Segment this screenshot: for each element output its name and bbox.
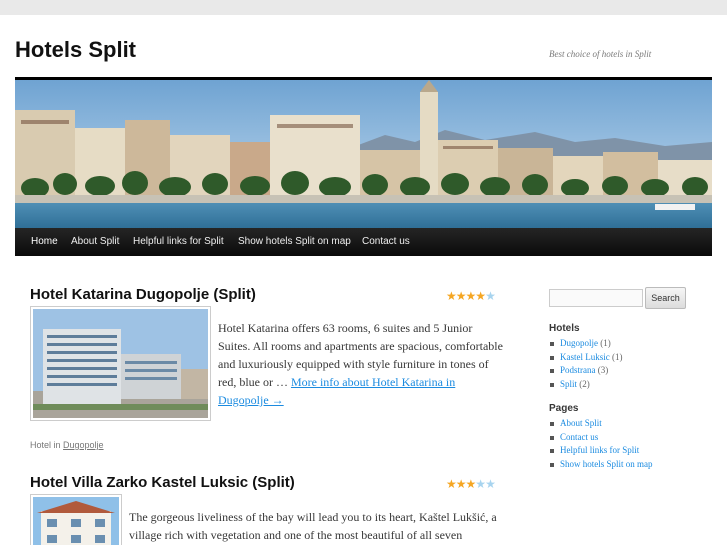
pages-widget-title: Pages xyxy=(549,403,579,414)
caption-prefix: Hotel in xyxy=(30,440,61,450)
split-waterfront-illustration xyxy=(15,80,712,228)
site-title[interactable]: Hotels Split xyxy=(15,37,136,63)
pages-list: About Split Contact us Helpful links for… xyxy=(549,417,653,471)
rating-stars: ★★★★★ xyxy=(446,477,496,491)
hotels-category-list: Dugopolje (1) Kastel Luksic (1) Podstran… xyxy=(549,337,623,391)
star-empty-icon: ★ xyxy=(485,289,496,303)
thumbnail-caption: Hotel in Dugopolje xyxy=(30,440,104,450)
page-link-show-hotels-map[interactable]: Show hotels Split on map xyxy=(560,459,653,469)
post-title[interactable]: Hotel Katarina Dugopolje (Split) xyxy=(30,286,256,303)
list-item: Split (2) xyxy=(549,378,623,392)
category-link-podstrana[interactable]: Podstrana xyxy=(560,365,596,375)
nav-item-show-hotels-map[interactable]: Show hotels Split on map xyxy=(230,228,359,256)
category-link-dugopolje[interactable]: Dugopolje xyxy=(560,338,598,348)
post-excerpt: The gorgeous liveliness of the bay will … xyxy=(129,508,507,545)
star-icon: ★ xyxy=(475,289,486,303)
star-icon: ★ xyxy=(465,289,477,303)
category-count: (2) xyxy=(579,378,590,389)
star-icon: ★ xyxy=(446,289,457,303)
hotel-thumbnail[interactable] xyxy=(30,494,122,545)
hotels-widget-title: Hotels xyxy=(549,323,580,334)
star-icon: ★ xyxy=(455,289,467,303)
hotel-thumbnail[interactable] xyxy=(30,306,211,421)
star-empty-icon: ★ xyxy=(485,477,496,491)
category-link-kastel-luksic[interactable]: Kastel Luksic xyxy=(560,352,610,362)
villa-zarko-photo xyxy=(33,497,119,545)
category-link-split[interactable]: Split xyxy=(560,379,577,389)
star-empty-icon: ★ xyxy=(475,477,486,491)
list-item: About Split xyxy=(549,417,653,431)
list-item: Podstrana (3) xyxy=(549,364,623,378)
header-banner-image[interactable] xyxy=(15,80,712,228)
caption-location-link[interactable]: Dugopolje xyxy=(63,440,104,450)
hotel-katarina-photo xyxy=(33,309,208,418)
category-count: (1) xyxy=(600,338,611,348)
page-link-about-split[interactable]: About Split xyxy=(560,418,602,428)
list-item: Helpful links for Split xyxy=(549,444,653,458)
star-icon: ★ xyxy=(465,477,477,491)
nav-item-home[interactable]: Home xyxy=(23,228,66,256)
search-input[interactable] xyxy=(549,289,643,307)
list-item: Show hotels Split on map xyxy=(549,458,653,472)
page: Hotels Split Best choice of hotels in Sp… xyxy=(0,15,727,545)
post-excerpt: Hotel Katarina offers 63 rooms, 6 suites… xyxy=(218,319,503,409)
star-icon: ★ xyxy=(446,477,457,491)
star-icon: ★ xyxy=(455,477,467,491)
nav-item-about-split[interactable]: About Split xyxy=(63,228,127,256)
category-count: (1) xyxy=(612,351,623,362)
category-count: (3) xyxy=(597,365,609,375)
search-button[interactable]: Search xyxy=(645,287,686,309)
post-excerpt-text: The gorgeous liveliness of the bay will … xyxy=(129,510,497,542)
list-item: Dugopolje (1) xyxy=(549,337,623,351)
main-navigation: Home About Split Helpful links for Split… xyxy=(15,228,712,256)
rating-stars: ★★★★★ xyxy=(446,289,496,303)
page-link-helpful-links[interactable]: Helpful links for Split xyxy=(560,445,639,455)
nav-item-helpful-links[interactable]: Helpful links for Split xyxy=(125,228,232,256)
list-item: Contact us xyxy=(549,431,653,445)
nav-item-contact-us[interactable]: Contact us xyxy=(354,228,418,256)
page-link-contact-us[interactable]: Contact us xyxy=(560,432,598,442)
post-title[interactable]: Hotel Villa Zarko Kastel Luksic (Split) xyxy=(30,474,295,491)
site-description: Best choice of hotels in Split xyxy=(549,49,652,59)
list-item: Kastel Luksic (1) xyxy=(549,351,623,365)
